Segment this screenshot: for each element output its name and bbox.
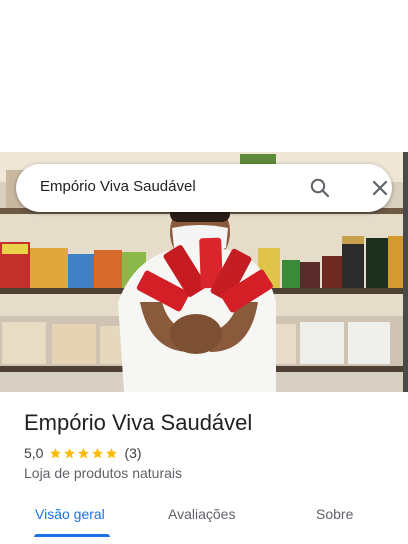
search-icon[interactable]	[308, 176, 332, 200]
rating-stars	[49, 447, 119, 460]
star-icon	[50, 447, 62, 458]
search-query-text[interactable]: Empório Viva Saudável	[40, 178, 196, 195]
star-icon	[106, 447, 118, 458]
place-category: Loja de produtos naturais	[24, 465, 182, 481]
tab-about[interactable]: Sobre	[316, 506, 353, 522]
star-icon	[78, 447, 90, 458]
photo-scrollbar[interactable]	[403, 152, 408, 392]
star-icon	[92, 447, 104, 458]
place-title: Empório Viva Saudável	[24, 410, 253, 435]
maps-place-panel: Empório Viva Saudável Empório Viva Saudá…	[0, 0, 408, 544]
review-count[interactable]: (3)	[124, 445, 141, 461]
active-tab-indicator	[34, 534, 110, 537]
rating-row[interactable]: 5,0 (3)	[24, 445, 142, 461]
close-icon[interactable]	[368, 176, 392, 200]
tab-reviews[interactable]: Avaliações	[168, 506, 235, 522]
rating-value: 5,0	[24, 445, 44, 461]
star-icon	[64, 447, 76, 458]
search-bar[interactable]: Empório Viva Saudável	[16, 164, 392, 212]
tab-overview[interactable]: Visão geral	[35, 506, 105, 522]
place-tabs: Visão geral Avaliações Sobre	[0, 496, 408, 544]
